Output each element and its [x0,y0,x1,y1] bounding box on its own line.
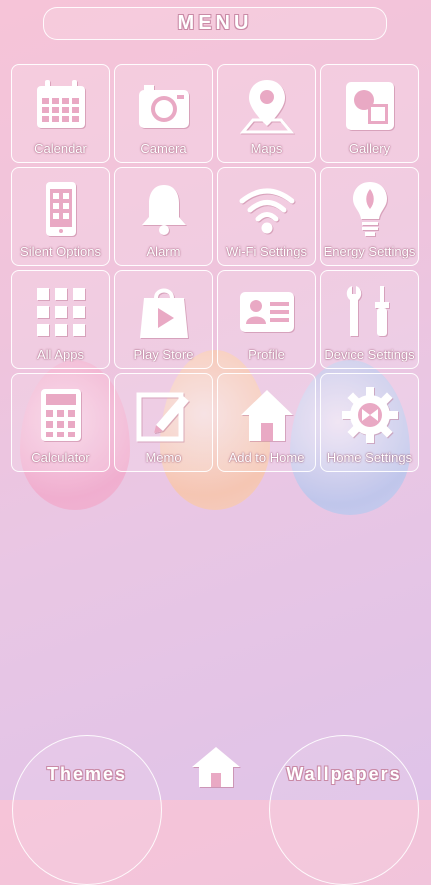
tile-calendar[interactable]: Calendar [11,64,110,163]
tile-label: Memo [145,450,182,465]
bell-icon [132,178,196,240]
tile-label: Home Settings [326,450,413,465]
tile-label: Maps [250,141,283,156]
tile-alarm[interactable]: Alarm [114,167,213,266]
tile-label: Profile [248,347,285,362]
tile-energy-settings[interactable]: Energy Settings [320,167,419,266]
tile-label: Calculator [31,450,90,465]
tile-label: Alarm [146,244,181,259]
gear-icon [338,384,402,446]
apps-grid-icon [29,281,93,343]
tile-memo[interactable]: Memo [114,373,213,472]
tile-play-store[interactable]: Play Store [114,270,213,369]
tile-maps[interactable]: Maps [217,64,316,163]
play-store-bag-icon [132,281,196,343]
calculator-icon [29,384,93,446]
tile-label: All Apps [37,347,84,362]
tile-calculator[interactable]: Calculator [11,373,110,472]
tile-gallery[interactable]: Gallery [320,64,419,163]
gallery-icon [338,75,402,137]
map-pin-icon [235,75,299,137]
wallpapers-label: Wallpapers [286,764,402,784]
tile-all-apps[interactable]: All Apps [11,270,110,369]
lightbulb-icon [338,178,402,240]
camera-icon [132,75,196,137]
tile-profile[interactable]: Profile [217,270,316,369]
tile-label: Add to Home [228,450,305,465]
tile-camera[interactable]: Camera [114,64,213,163]
house-icon [192,747,240,787]
tile-device-settings[interactable]: Device Settings [320,270,419,369]
memo-pencil-icon [132,384,196,446]
house-icon [235,384,299,446]
tile-silent-options[interactable]: Silent Options [11,167,110,266]
home-button[interactable] [190,745,242,789]
menu-header: MENU [43,7,387,40]
wifi-icon [235,178,299,240]
tile-label: Silent Options [20,244,101,259]
tile-label: Camera [140,141,187,156]
tile-label: Device Settings [324,347,415,362]
tile-home-settings[interactable]: Home Settings [320,373,419,472]
profile-card-icon [235,281,299,343]
tile-label: Gallery [348,141,391,156]
calendar-icon [29,75,93,137]
wallpapers-button[interactable]: Wallpapers [269,735,419,885]
tile-add-to-home[interactable]: Add to Home [217,373,316,472]
tools-icon [338,281,402,343]
menu-title: MENU [177,12,253,34]
tile-label: Energy Settings [323,244,416,259]
app-grid: Calendar Camera Maps Gallery Silent Opti… [11,64,419,472]
themes-button[interactable]: Themes [12,735,162,885]
phone-icon [29,178,93,240]
tile-wifi-settings[interactable]: Wi-Fi Settings [217,167,316,266]
tile-label: Wi-Fi Settings [226,244,307,259]
themes-label: Themes [46,764,128,784]
tile-label: Calendar [34,141,87,156]
tile-label: Play Store [133,347,194,362]
